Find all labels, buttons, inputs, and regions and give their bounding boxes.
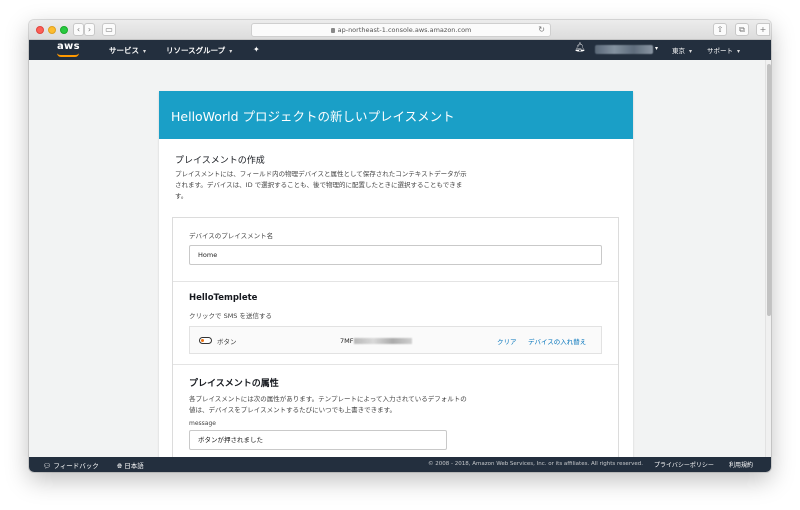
page-title: HelloWorld プロジェクトの新しいプレイスメント — [171, 109, 455, 124]
services-menu[interactable]: サービス ▾ — [109, 45, 146, 56]
page-scrollbar[interactable] — [765, 60, 771, 457]
aws-logo[interactable]: aws — [57, 41, 80, 52]
template-title: HelloTemplete — [189, 293, 258, 303]
chevron-down-icon: ▾ — [689, 48, 693, 55]
back-arrow-icon[interactable]: ‹ — [73, 23, 84, 36]
account-name-redacted[interactable] — [595, 45, 653, 54]
zoom-window-button[interactable] — [60, 26, 68, 34]
device-serial: 7MF — [340, 337, 413, 345]
globe-icon: 🌐︎ — [117, 462, 123, 470]
section-title: プレイスメントの作成 — [175, 156, 265, 166]
region-label: 東京 — [672, 47, 685, 55]
address-bar[interactable]: ap-northeast-1.console.aws.amazon.com ↻ — [251, 23, 551, 37]
tabs-overview-icon[interactable]: ⧉ — [735, 23, 749, 36]
forward-arrow-icon[interactable]: › — [84, 23, 95, 36]
scrollbar-thumb[interactable] — [767, 64, 771, 316]
attributes-description: 各プレイスメントには次の属性があります。テンプレートによって入力されているデフォ… — [189, 395, 467, 414]
region-menu[interactable]: 東京 ▾ — [672, 45, 692, 55]
feedback-link[interactable]: 💬︎ フィードバック — [43, 460, 99, 470]
iot-button-icon — [199, 337, 212, 344]
chevron-down-icon: ▾ — [737, 48, 741, 55]
browser-window: ‹ › ▭ ap-northeast-1.console.aws.amazon.… — [29, 20, 771, 472]
new-tab-icon[interactable]: + — [756, 23, 770, 36]
reload-icon[interactable]: ↻ — [538, 24, 545, 36]
chevron-down-icon: ▾ — [229, 48, 233, 55]
resource-groups-menu[interactable]: リソースグループ ▾ — [166, 45, 232, 56]
feedback-label: フィードバック — [53, 462, 99, 470]
bell-icon[interactable]: 🔔︎ — [574, 43, 585, 53]
aws-console-navbar: aws サービス ▾ リソースグループ ▾ ✦ 🔔︎ ▾ 東京 ▾ サポート ▾ — [29, 40, 771, 60]
replace-device-link[interactable]: デバイスの入れ替え — [528, 336, 586, 346]
chevron-down-icon: ▾ — [143, 48, 147, 55]
new-placement-panel: HelloWorld プロジェクトの新しいプレイスメント プレイスメントの作成 … — [159, 91, 633, 457]
device-type-label: ボタン — [217, 338, 237, 346]
sidebar-toggle-icon[interactable]: ▭ — [102, 23, 116, 36]
support-label: サポート — [707, 47, 733, 55]
terms-link[interactable]: 利用規約 — [729, 460, 753, 469]
device-serial-prefix: 7MF — [340, 337, 354, 345]
message-label: message — [189, 420, 216, 427]
clear-link[interactable]: クリア — [497, 336, 517, 346]
panel-header: HelloWorld プロジェクトの新しいプレイスメント — [159, 91, 633, 139]
speech-bubble-icon: 💬︎ — [43, 462, 52, 470]
support-menu[interactable]: サポート ▾ — [707, 45, 740, 55]
divider — [173, 281, 618, 282]
aws-smile-icon — [57, 53, 79, 57]
device-serial-redacted — [354, 338, 413, 344]
language-selector[interactable]: 🌐︎ 日本語 — [117, 460, 144, 471]
chevron-down-icon[interactable]: ▾ — [655, 45, 658, 52]
language-label: 日本語 — [124, 462, 144, 470]
console-content: HelloWorld プロジェクトの新しいプレイスメント プレイスメントの作成 … — [29, 60, 765, 457]
placement-name-input[interactable]: Home — [189, 245, 602, 265]
browser-toolbar: ‹ › ▭ ap-northeast-1.console.aws.amazon.… — [29, 20, 771, 40]
minimize-window-button[interactable] — [48, 26, 56, 34]
attributes-title: プレイスメントの属性 — [189, 379, 279, 389]
privacy-policy-link[interactable]: プライバシーポリシー — [654, 460, 714, 469]
divider — [173, 364, 618, 365]
console-footer: 💬︎ フィードバック 🌐︎ 日本語 © 2008 - 2018, Amazon … — [29, 457, 771, 472]
copyright-text: © 2008 - 2018, Amazon Web Services, Inc.… — [428, 461, 643, 467]
placement-form-card: デバイスのプレイスメント名 Home HelloTemplete クリックで S… — [172, 217, 619, 457]
template-description: クリックで SMS を送信する — [189, 312, 272, 320]
resource-groups-label: リソースグループ — [166, 46, 226, 55]
services-label: サービス — [109, 46, 139, 55]
message-input[interactable]: ボタンが押されました — [189, 430, 447, 450]
url-text: ap-northeast-1.console.aws.amazon.com — [337, 26, 472, 34]
lock-icon — [330, 28, 335, 33]
pin-icon[interactable]: ✦ — [253, 45, 260, 54]
section-description: プレイスメントには、フィールド内の物理デバイスと属性として保存されたコンテキスト… — [175, 170, 467, 200]
share-icon[interactable]: ⇧ — [713, 23, 727, 36]
placement-name-label: デバイスのプレイスメント名 — [189, 232, 274, 240]
device-row: ボタン 7MF クリア デバイスの入れ替え — [189, 326, 602, 354]
close-window-button[interactable] — [36, 26, 44, 34]
